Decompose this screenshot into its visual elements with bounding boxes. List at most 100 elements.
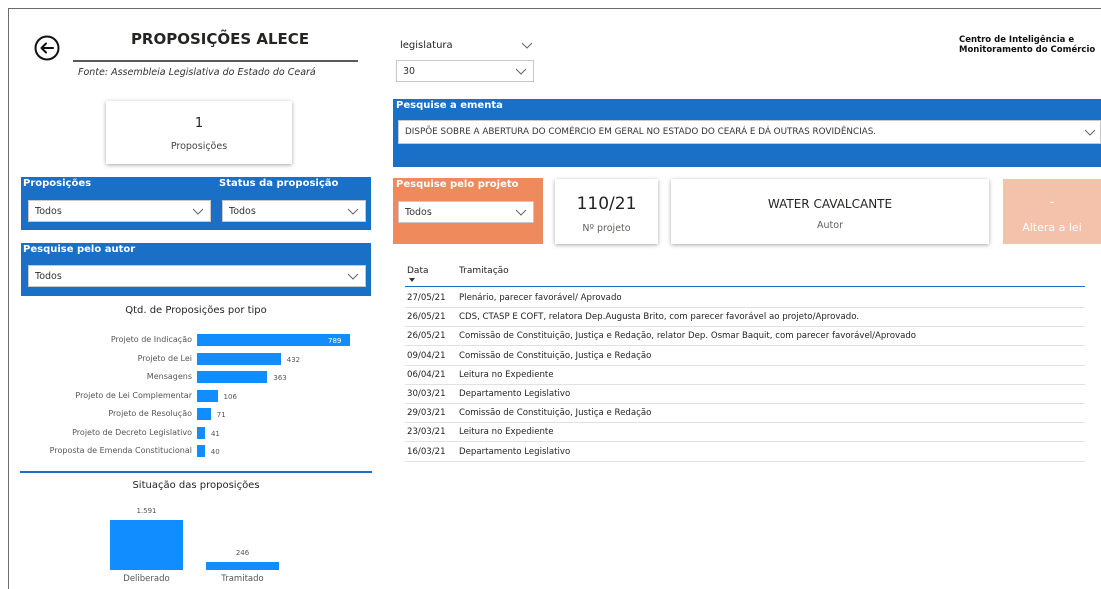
bar[interactable] xyxy=(197,408,211,420)
table-row[interactable]: 26/05/21 CDS, CTASP E COFT, relatora Dep.… xyxy=(405,307,1085,328)
bar-value-label: 432 xyxy=(286,355,301,364)
chart-title-tipo: Qtd. de Proposições por tipo xyxy=(125,305,267,316)
bar[interactable] xyxy=(197,352,281,365)
legislatura-label: legislatura xyxy=(400,40,453,51)
table-header-date[interactable]: Data xyxy=(407,266,429,282)
filter-panel-projeto: Pesquise pelo projeto Todos xyxy=(393,178,543,244)
row-date: 29/03/21 xyxy=(407,408,446,419)
proposicoes-count-card: 1 Proposições xyxy=(106,101,292,164)
bar[interactable] xyxy=(197,445,205,457)
row-tramitacao: Comissão de Constituição, Justiça e Reda… xyxy=(459,331,917,342)
table-header-date-label: Data xyxy=(407,266,429,276)
table-row[interactable]: 16/03/21 Departamento Legislativo xyxy=(405,442,1085,462)
status-dropdown-value: Todos xyxy=(229,206,256,217)
table-row[interactable]: 27/05/21 Plenário, parecer favorável/ Apr… xyxy=(405,288,1085,308)
proposicoes-dropdown-value: Todos xyxy=(35,206,62,217)
bar-category-label: Mensagens xyxy=(146,372,192,381)
bar-value-label: 106 xyxy=(223,392,237,401)
bar[interactable] xyxy=(197,371,268,383)
row-date: 27/05/21 xyxy=(407,293,446,303)
ementa-dropdown-value: DISPÕE SOBRE A ABERTURA DO COMÉRCIO EM G… xyxy=(405,127,877,137)
chevron-down-icon xyxy=(1084,129,1096,137)
table-header-rule xyxy=(405,286,1085,287)
row-date: 16/03/21 xyxy=(407,446,446,457)
chevron-down-icon xyxy=(347,208,359,216)
row-tramitacao: Departamento Legislativo xyxy=(459,446,571,457)
row-date: 26/05/21 xyxy=(407,331,446,342)
row-tramitacao: Plenário, parecer favorável/ Aprovado xyxy=(459,293,622,303)
filter-panel-proposicoes: Proposições Status da proposição Todos T… xyxy=(21,177,371,230)
proposicoes-dropdown[interactable]: Todos xyxy=(28,200,211,222)
autor-filter-label: Pesquise pelo autor xyxy=(23,244,136,255)
brand-line-1: Centro de Inteligência e xyxy=(959,35,1075,45)
section-divider xyxy=(20,471,372,473)
autor-card: WATER CAVALCANTE Autor xyxy=(671,179,989,244)
bar-category-label: Projeto de Indicação xyxy=(110,335,192,344)
row-date: 26/05/21 xyxy=(407,312,446,323)
bar[interactable] xyxy=(197,389,218,402)
back-button[interactable] xyxy=(34,35,60,61)
bar-category-label: Proposta de Emenda Constitucional xyxy=(49,446,192,455)
projeto-dropdown[interactable]: Todos xyxy=(398,201,534,223)
autor-dropdown[interactable]: Todos xyxy=(28,265,366,287)
chevron-down-icon xyxy=(521,42,533,50)
count-value: 1 xyxy=(194,116,204,131)
table-row[interactable]: 09/04/21 Comissão de Constituição, Justiç… xyxy=(405,346,1085,366)
table-row[interactable]: 30/03/21 Departamento Legislativo xyxy=(405,384,1085,404)
row-date: 09/04/21 xyxy=(407,350,446,361)
row-date: 23/03/21 xyxy=(407,427,446,438)
page-title: PROPOSIÇÕES ALECE xyxy=(130,30,310,48)
chevron-down-icon xyxy=(515,209,527,217)
proposicoes-filter-label: Proposições xyxy=(23,178,92,189)
bar-value-label: 41 xyxy=(210,429,220,438)
source-note: Fonte: Assembleia Legislativa do Estado … xyxy=(78,67,316,78)
row-tramitacao: Leitura no Expediente xyxy=(459,427,554,438)
projeto-number-value: 110/21 xyxy=(576,194,637,214)
autor-label: Autor xyxy=(817,220,843,231)
bar-value-label: 789 xyxy=(328,337,342,345)
autor-value: WATER CAVALCANTE xyxy=(767,197,893,211)
bar-category-label: Deliberado xyxy=(123,574,170,584)
ementa-filter-label: Pesquise a ementa xyxy=(396,100,503,111)
bar-category-label: Tramitado xyxy=(221,574,264,584)
sort-desc-icon xyxy=(409,278,415,282)
legislatura-dropdown-value: 30 xyxy=(403,66,416,77)
bar-value-label: 363 xyxy=(273,374,287,382)
bar[interactable] xyxy=(110,520,183,570)
title-divider xyxy=(73,60,358,62)
filter-panel-autor: Pesquise pelo autor Todos xyxy=(21,243,371,296)
legislatura-dropdown[interactable]: 30 xyxy=(396,60,534,82)
bar-category-label: Projeto de Decreto Legislativo xyxy=(72,427,192,437)
chart-title-situacao: Situação das proposições xyxy=(132,480,260,491)
brand-logo: Centro de Inteligência e Monitoramento d… xyxy=(959,35,1095,55)
table-header-tramitacao[interactable]: Tramitação xyxy=(459,266,509,276)
projeto-number-card: 110/21 Nº projeto xyxy=(555,179,658,244)
bar-category-label: Projeto de Lei Complementar xyxy=(75,390,192,400)
filter-panel-ementa: Pesquise a ementa DISPÕE SOBRE A ABERTUR… xyxy=(393,99,1101,167)
row-date: 30/03/21 xyxy=(407,389,446,399)
brand-line-2: Monitoramento do Comércio xyxy=(959,45,1096,55)
table-row[interactable]: 29/03/21 Comissão de Constituição, Justiç… xyxy=(405,403,1085,424)
table-row[interactable]: 23/03/21 Leitura no Expediente xyxy=(405,422,1085,443)
arrow-left-icon xyxy=(34,35,60,61)
bar-value-label: 71 xyxy=(216,411,226,419)
bar[interactable] xyxy=(197,426,205,439)
projeto-filter-label: Pesquise pelo projeto xyxy=(396,179,519,190)
altera-lei-value: - xyxy=(1049,195,1055,210)
table-row[interactable]: 26/05/21 Comissão de Constituição, Justiç… xyxy=(405,326,1085,347)
ementa-dropdown[interactable]: DISPÕE SOBRE A ABERTURA DO COMÉRCIO EM G… xyxy=(398,120,1101,144)
row-date: 06/04/21 xyxy=(407,369,446,380)
bar-value-label: 246 xyxy=(235,549,250,558)
bar[interactable] xyxy=(206,562,279,570)
autor-dropdown-value: Todos xyxy=(35,271,62,282)
bar-value-label: 40 xyxy=(210,448,220,456)
row-tramitacao: Comissão de Constituição, Justiça e Reda… xyxy=(459,350,652,361)
count-label: Proposições xyxy=(170,141,228,152)
projeto-dropdown-value: Todos xyxy=(405,207,432,218)
bar-value-label: 1.591 xyxy=(136,507,157,515)
bar-category-label: Projeto de Resolução xyxy=(108,409,192,418)
table-row[interactable]: 06/04/21 Leitura no Expediente xyxy=(405,365,1085,385)
row-tramitacao: CDS, CTASP E COFT, relatora Dep.Augusta … xyxy=(459,312,860,323)
projeto-number-label: Nº projeto xyxy=(582,223,631,234)
status-dropdown[interactable]: Todos xyxy=(222,200,366,222)
